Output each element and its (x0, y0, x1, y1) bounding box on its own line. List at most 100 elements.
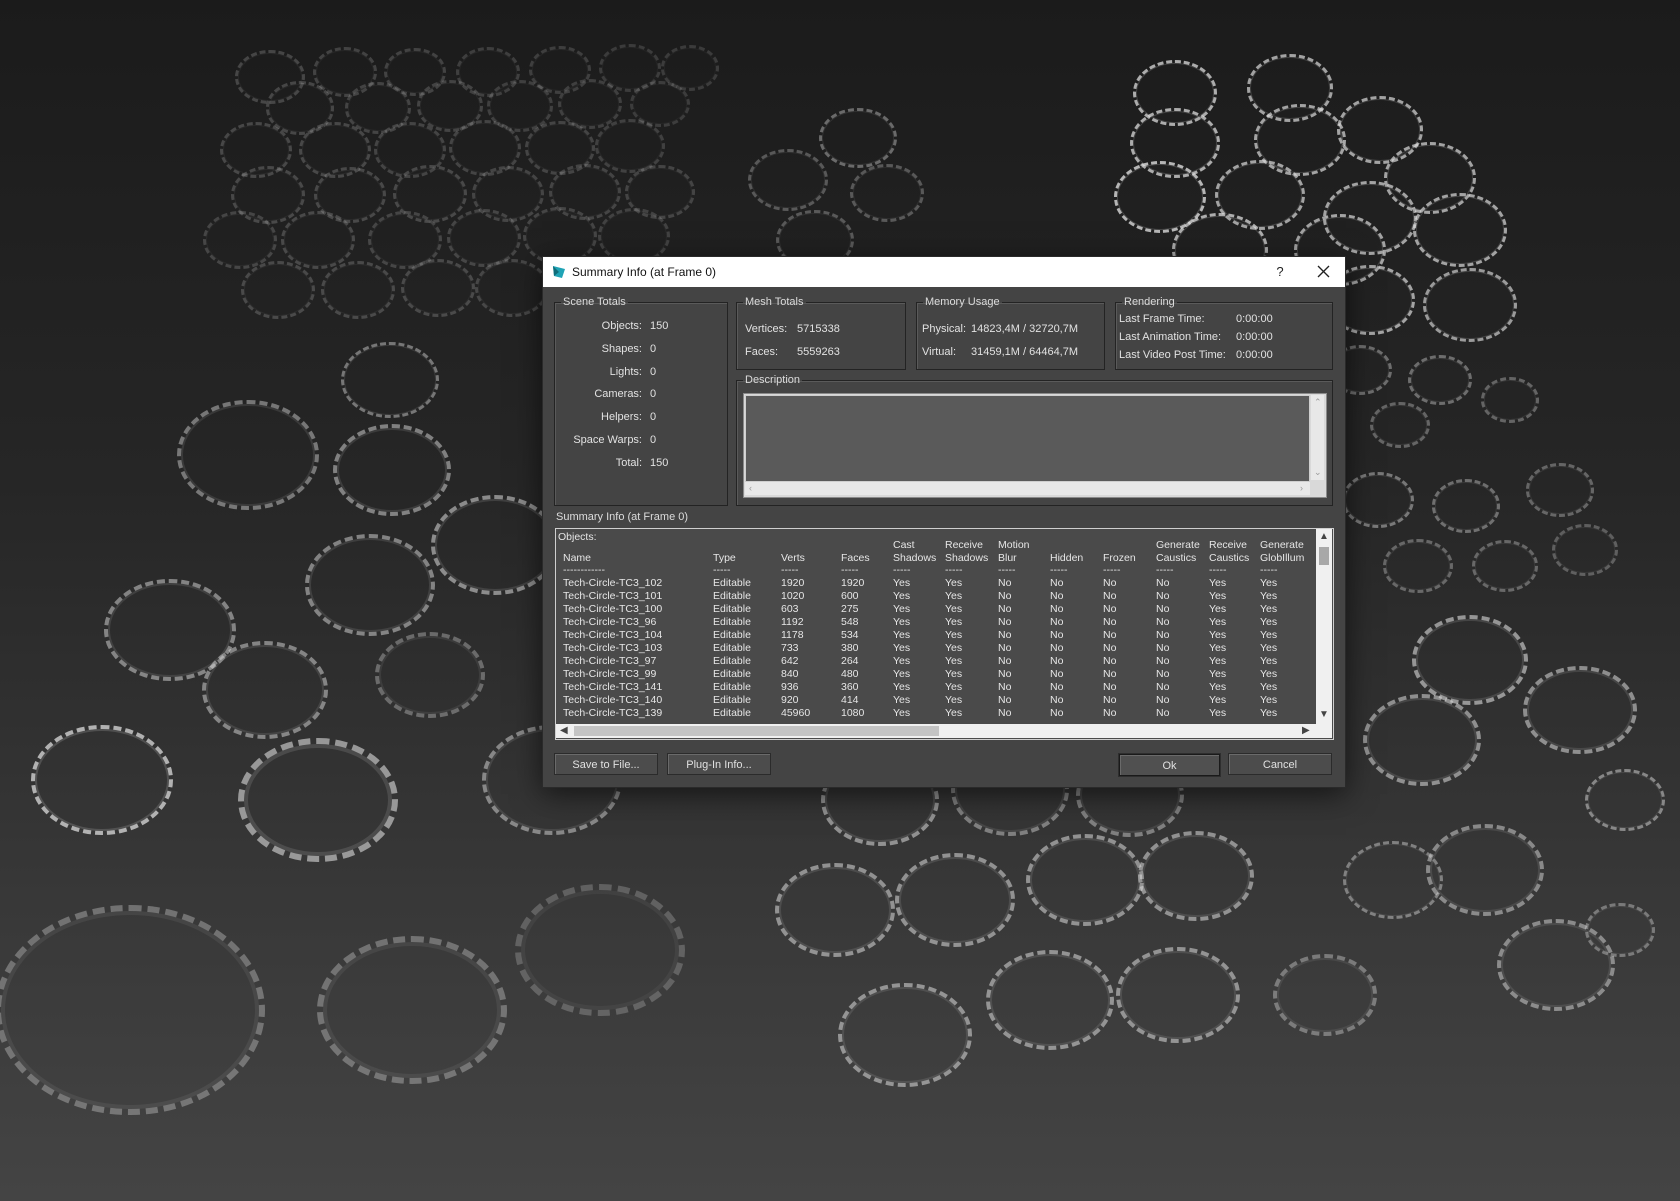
column-header: GlobIllum (1260, 552, 1305, 564)
column-header: Shadows (893, 552, 937, 564)
list-horizontal-scroll-thumb[interactable] (574, 726, 939, 736)
table-cell: No (1156, 681, 1170, 693)
save-to-file-button[interactable]: Save to File... (554, 753, 658, 775)
table-cell: 840 (781, 668, 799, 680)
table-cell: Yes (1260, 577, 1278, 589)
table-cell: Yes (1260, 629, 1278, 641)
close-icon[interactable] (1308, 257, 1338, 287)
dialog-titlebar[interactable]: Summary Info (at Frame 0) ? (543, 257, 1345, 287)
scroll-right-arrow-icon[interactable]: › (1300, 483, 1303, 493)
table-cell: No (1103, 694, 1117, 706)
scene-total-label: Lights: (609, 365, 642, 378)
table-cell: Editable (713, 668, 751, 680)
table-row[interactable]: Tech-Circle-TC3_104 Editable 1178 534 Yes Yes… (556, 629, 1316, 642)
table-cell: Yes (893, 707, 911, 719)
table-cell: No (998, 577, 1012, 589)
scroll-right-arrow-icon[interactable]: ▶ (1302, 726, 1310, 736)
tech-circle-ring (1026, 833, 1144, 926)
table-cell: 534 (841, 629, 859, 641)
list-vertical-scroll-thumb[interactable] (1319, 547, 1329, 565)
table-cell: 1920 (781, 577, 805, 589)
scroll-up-arrow-icon[interactable]: ▲ (1319, 532, 1329, 542)
table-cell: Editable (713, 616, 751, 628)
table-cell: Tech-Circle-TC3_97 (563, 655, 657, 667)
tech-circle-ring (1342, 471, 1414, 529)
table-cell: Yes (1209, 590, 1227, 602)
table-row[interactable]: Tech-Circle-TC3_103 Editable 733 380 Yes Yes N… (556, 642, 1316, 655)
table-cell: Yes (893, 681, 911, 693)
table-cell: No (998, 603, 1012, 615)
table-cell: No (1156, 616, 1170, 628)
plug-in-info-button[interactable]: Plug-In Info... (667, 753, 771, 775)
column-header: Caustics (1156, 552, 1197, 564)
table-cell: No (1050, 616, 1064, 628)
memory-usage-value: 14823,4M / 32720,7M (971, 323, 1079, 335)
help-button[interactable]: ? (1265, 257, 1295, 287)
table-cell: 1178 (781, 629, 804, 641)
table-cell: No (1103, 590, 1117, 602)
table-row[interactable]: Tech-Circle-TC3_96 Editable 1192 548 Yes Yes N… (556, 616, 1316, 629)
scroll-left-arrow-icon[interactable]: ◀ (560, 726, 568, 736)
table-cell: Yes (893, 603, 911, 615)
tech-circle-ring (177, 399, 319, 511)
table-cell: Yes (945, 681, 963, 693)
ok-button[interactable]: Ok (1118, 753, 1221, 777)
table-row[interactable]: Tech-Circle-TC3_102 Editable 1920 1920 Yes Ye… (556, 577, 1316, 590)
table-cell: Yes (893, 577, 911, 589)
table-cell: Yes (945, 590, 963, 602)
table-cell: No (1156, 629, 1170, 641)
table-cell: Yes (945, 629, 963, 641)
table-cell: Yes (893, 642, 911, 654)
tech-circle-ring (895, 853, 1015, 947)
table-cell: 275 (841, 603, 859, 615)
cancel-button[interactable]: Cancel (1228, 753, 1332, 775)
column-separator: ----- (1209, 564, 1227, 576)
object-list-content[interactable]: Objects: Name ------------ Type ----- Verts -… (556, 529, 1316, 724)
scroll-down-arrow-icon[interactable]: ⌄ (1314, 467, 1322, 477)
table-row[interactable]: Tech-Circle-TC3_140 Editable 920 414 Yes Yes N… (556, 694, 1316, 707)
description-vertical-scrollbar[interactable]: ⌃ ⌄ (1311, 395, 1324, 480)
description-field[interactable]: ⌃ ⌄ ‹ › (743, 393, 1327, 498)
tech-circle-ring (1426, 823, 1544, 916)
tech-circle-ring (850, 164, 924, 222)
table-row[interactable]: Tech-Circle-TC3_139 Editable 45960 1080 Yes Y… (556, 707, 1316, 720)
tech-circle-ring (1370, 401, 1430, 449)
description-textarea[interactable] (745, 395, 1310, 482)
scroll-left-arrow-icon[interactable]: ‹ (749, 483, 752, 493)
summary-object-list[interactable]: Objects: Name ------------ Type ----- Verts -… (555, 528, 1334, 740)
scroll-down-arrow-icon[interactable]: ▼ (1319, 710, 1329, 720)
table-cell: 45960 (781, 707, 811, 719)
table-cell: 480 (841, 668, 859, 680)
scroll-up-arrow-icon[interactable]: ⌃ (1314, 397, 1322, 407)
column-separator: ------------ (563, 564, 605, 576)
table-cell: Yes (945, 694, 963, 706)
table-row[interactable]: Tech-Circle-TC3_141 Editable 936 360 Yes Yes N… (556, 681, 1316, 694)
table-row[interactable]: Tech-Circle-TC3_100 Editable 603 275 Yes Yes N… (556, 603, 1316, 616)
table-cell: 548 (841, 616, 859, 628)
mesh-total-value: 5559263 (797, 345, 840, 358)
description-horizontal-scrollbar[interactable]: ‹ › (745, 482, 1310, 495)
table-row[interactable]: Tech-Circle-TC3_97 Editable 642 264 Yes Yes No… (556, 655, 1316, 668)
column-header: Name (563, 552, 592, 564)
scene-total-value: 0 (650, 434, 657, 446)
memory-usage-label: Physical: (922, 323, 967, 335)
tech-circle-ring (1472, 540, 1538, 592)
column-separator: ----- (781, 564, 799, 576)
table-cell: Yes (893, 590, 911, 602)
tech-circle-ring (321, 261, 395, 319)
rendering-time-value: 0:00:00 (1236, 349, 1273, 361)
table-cell: No (1050, 577, 1064, 589)
list-horizontal-scrollbar[interactable]: ◀ ▶ (556, 724, 1332, 738)
column-separator: ----- (713, 564, 731, 576)
table-cell: Tech-Circle-TC3_101 (563, 590, 663, 602)
table-cell: No (998, 629, 1012, 641)
table-row[interactable]: Tech-Circle-TC3_101 Editable 1020 600 Yes Yes… (556, 590, 1316, 603)
table-row[interactable]: Tech-Circle-TC3_99 Editable 840 480 Yes Yes No… (556, 668, 1316, 681)
scene-total-label: Shapes: (601, 342, 642, 355)
table-cell: No (998, 707, 1012, 719)
table-cell: 1020 (781, 590, 805, 602)
table-cell: 380 (841, 642, 859, 654)
memory-usage-value: 31459,1M / 64464,7M (971, 345, 1079, 358)
table-cell: No (998, 681, 1012, 693)
list-vertical-scrollbar[interactable]: ▲ ▼ (1316, 529, 1332, 724)
